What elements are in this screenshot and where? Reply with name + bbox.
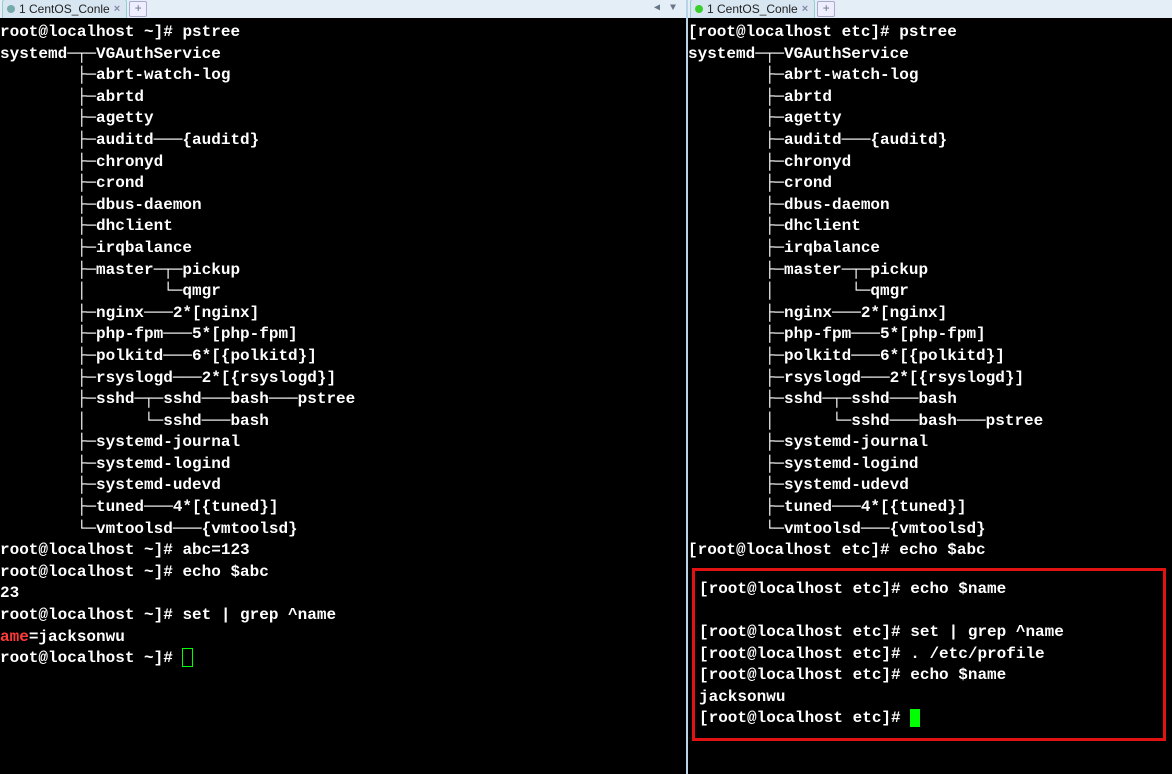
grep-rest: =jacksonwu (29, 628, 125, 646)
tree-line: │ └─qmgr (0, 281, 686, 303)
right-tab-1[interactable]: 1 CentOS_Conle × (690, 0, 815, 18)
tree-line: ├─rsyslogd───2*[{rsyslogd}] (0, 368, 686, 390)
status-dot-icon (7, 5, 15, 13)
output-blank (699, 600, 1161, 622)
tree-line: ├─dbus-daemon (688, 195, 1172, 217)
tree-line: ├─abrt-watch-log (688, 65, 1172, 87)
tree-line: ├─dhclient (0, 216, 686, 238)
tree-line: ├─systemd-journal (0, 432, 686, 454)
prompt: root@localhost ~]# (0, 649, 182, 667)
tree-line: ├─abrtd (0, 87, 686, 109)
tree-line: ├─systemd-udevd (688, 475, 1172, 497)
cmd-src-profile: . /etc/profile (910, 645, 1044, 663)
tree-line: ├─crond (688, 173, 1172, 195)
right-tabbar: 1 CentOS_Conle × + (688, 0, 1172, 18)
tree-line: └─vmtoolsd───{vmtoolsd} (0, 519, 686, 541)
cmd-pstree: pstree (182, 23, 240, 41)
tree-line: ├─irqbalance (0, 238, 686, 260)
tab-title: 1 CentOS_Conle (707, 1, 798, 17)
tree-line: ├─dbus-daemon (0, 195, 686, 217)
tree-line: │ └─qmgr (688, 281, 1172, 303)
prompt: [root@localhost etc]# (699, 623, 910, 641)
tree-line: ├─auditd───{auditd} (0, 130, 686, 152)
tree-line: ├─php-fpm───5*[php-fpm] (688, 324, 1172, 346)
tab-title: 1 CentOS_Conle (19, 1, 110, 17)
tree-line: ├─chronyd (688, 152, 1172, 174)
prompt: [root@localhost etc]# (699, 666, 910, 684)
tree-line: ├─systemd-udevd (0, 475, 686, 497)
tree-line: ├─sshd─┬─sshd───bash───pstree (0, 389, 686, 411)
tree-line: ├─crond (0, 173, 686, 195)
tree-line: ├─sshd─┬─sshd───bash (688, 389, 1172, 411)
tree-line: ├─tuned───4*[{tuned}] (0, 497, 686, 519)
left-terminal-output[interactable]: root@localhost ~]# pstree systemd─┬─VGAu… (0, 18, 686, 670)
prompt: root@localhost ~]# (0, 23, 182, 41)
tree-line: ├─systemd-logind (688, 454, 1172, 476)
tree-line: │ └─sshd───bash───pstree (688, 411, 1172, 433)
left-tabbar: 1 CentOS_Conle × + ◀ ▼ (0, 0, 686, 18)
tree-line: ├─abrtd (688, 87, 1172, 109)
tree-line: ├─systemd-logind (0, 454, 686, 476)
right-terminal-pane: 1 CentOS_Conle × + [root@localhost etc]#… (688, 0, 1172, 774)
output-abc: 23 (0, 583, 686, 605)
left-tab-1[interactable]: 1 CentOS_Conle × (2, 0, 127, 18)
status-dot-icon (695, 5, 703, 13)
tree-line: ├─abrt-watch-log (0, 65, 686, 87)
right-pstree-output: systemd─┬─VGAuthService ├─abrt-watch-log… (688, 44, 1172, 541)
grep-match: ame (0, 628, 29, 646)
new-tab-button[interactable]: + (817, 1, 835, 17)
tree-line: └─vmtoolsd───{vmtoolsd} (688, 519, 1172, 541)
prompt: [root@localhost etc]# (699, 709, 910, 727)
tree-line: ├─nginx───2*[nginx] (0, 303, 686, 325)
highlighted-region: [root@localhost etc]# echo $name [root@l… (692, 568, 1166, 741)
tab-left-arrow-icon[interactable]: ◀ (650, 2, 664, 16)
left-pstree-output: systemd─┬─VGAuthService ├─abrt-watch-log… (0, 44, 686, 541)
left-terminal-pane: 1 CentOS_Conle × + ◀ ▼ root@localhost ~]… (0, 0, 688, 774)
prompt: [root@localhost etc]# (699, 645, 910, 663)
cmd-set-name: set | grep ^name (910, 623, 1064, 641)
tree-line: ├─tuned───4*[{tuned}] (688, 497, 1172, 519)
tree-line: ├─auditd───{auditd} (688, 130, 1172, 152)
cmd-set-name: set | grep ^name (182, 606, 336, 624)
tree-line: ├─master─┬─pickup (0, 260, 686, 282)
output-name: jacksonwu (699, 687, 1161, 709)
cursor-icon (182, 648, 193, 667)
tree-line: systemd─┬─VGAuthService (0, 44, 686, 66)
tree-line: ├─polkitd───6*[{polkitd}] (688, 346, 1172, 368)
tree-line: ├─systemd-journal (688, 432, 1172, 454)
tab-menu-arrow-icon[interactable]: ▼ (666, 2, 680, 16)
tree-line: ├─polkitd───6*[{polkitd}] (0, 346, 686, 368)
cmd-abc-assign: abc=123 (182, 541, 249, 559)
prompt: root@localhost ~]# (0, 541, 182, 559)
prompt: root@localhost ~]# (0, 563, 182, 581)
right-terminal-output[interactable]: [root@localhost etc]# pstree systemd─┬─V… (688, 18, 1172, 741)
cursor-icon (910, 709, 920, 727)
tab-arrows: ◀ ▼ (650, 2, 686, 16)
tree-line: ├─rsyslogd───2*[{rsyslogd}] (688, 368, 1172, 390)
cmd-echo-name2: echo $name (910, 666, 1006, 684)
cmd-echo-abc: echo $abc (899, 541, 985, 559)
cmd-echo-name1: echo $name (910, 580, 1006, 598)
tree-line: ├─agetty (0, 108, 686, 130)
close-icon[interactable]: × (802, 2, 808, 17)
prompt: [root@localhost etc]# (699, 580, 910, 598)
close-icon[interactable]: × (114, 2, 120, 17)
tree-line: ├─nginx───2*[nginx] (688, 303, 1172, 325)
tree-line: ├─chronyd (0, 152, 686, 174)
prompt: root@localhost ~]# (0, 606, 182, 624)
tree-line: ├─dhclient (688, 216, 1172, 238)
cmd-pstree: pstree (899, 23, 957, 41)
prompt: [root@localhost etc]# (688, 541, 899, 559)
tree-line: ├─irqbalance (688, 238, 1172, 260)
tree-line: systemd─┬─VGAuthService (688, 44, 1172, 66)
prompt: [root@localhost etc]# (688, 23, 899, 41)
tree-line: │ └─sshd───bash (0, 411, 686, 433)
new-tab-button[interactable]: + (129, 1, 147, 17)
cmd-echo-abc: echo $abc (182, 563, 268, 581)
tree-line: ├─master─┬─pickup (688, 260, 1172, 282)
tree-line: ├─php-fpm───5*[php-fpm] (0, 324, 686, 346)
tree-line: ├─agetty (688, 108, 1172, 130)
